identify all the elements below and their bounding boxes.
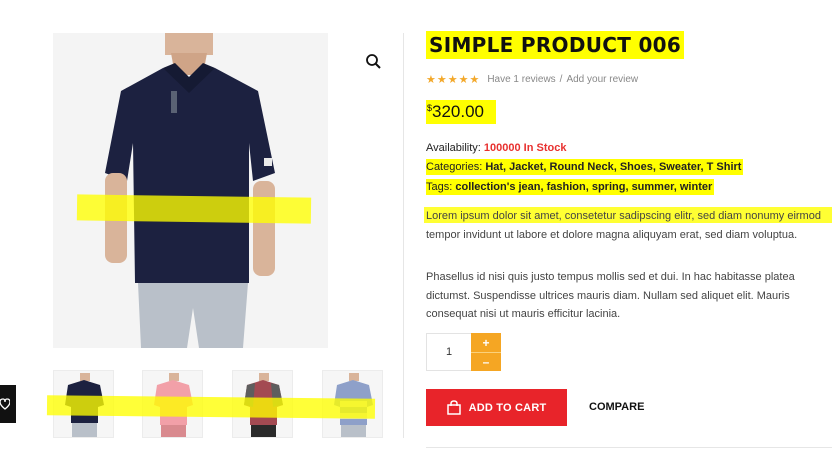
zoom-button[interactable]	[364, 52, 384, 72]
add-to-cart-label: ADD TO CART	[468, 401, 547, 414]
quantity-stepper: + –	[426, 333, 501, 371]
column-divider	[403, 33, 404, 438]
quantity-input[interactable]	[426, 333, 471, 371]
thumbnail-navy-polo[interactable]	[53, 370, 114, 438]
product-title: SIMPLE PRODUCT 006	[426, 31, 685, 59]
rating-stars: ★★★★★	[426, 74, 481, 86]
rating-separator: /	[559, 74, 563, 85]
heart-icon	[0, 398, 10, 410]
thumbnail-gallery	[53, 370, 383, 438]
availability-row: Availability: 100000 In Stock	[426, 140, 566, 156]
categories-label: Categories:	[426, 161, 483, 173]
quantity-increase-button[interactable]: +	[471, 333, 501, 352]
add-review-link[interactable]: Add your review	[566, 74, 638, 85]
thumbnail-grey-raglan[interactable]	[232, 370, 293, 438]
description-paragraph-2: Phasellus id nisi quis justo tempus moll…	[426, 271, 795, 320]
thumbnail-pink-tee[interactable]	[142, 370, 203, 438]
compare-button[interactable]: COMPARE	[589, 401, 644, 413]
rating-row: ★★★★★ Have 1 reviews / Add your review	[426, 73, 638, 86]
price-amount: 320.00	[432, 102, 485, 121]
search-icon	[366, 54, 381, 69]
categories-row: Categories: Hat, Jacket, Round Neck, Sho…	[426, 159, 744, 175]
description-paragraph-1: Lorem ipsum dolor sit amet, consetetur s…	[426, 210, 821, 241]
product-price: $ 320.00	[426, 100, 497, 124]
thumbnail-striped-tee[interactable]	[322, 370, 383, 438]
availability-value: 100000 In Stock	[483, 142, 567, 154]
tags-row: Tags: collection's jean, fashion, spring…	[426, 179, 715, 195]
categories-links[interactable]: Hat, Jacket, Round Neck, Shoes, Sweater,…	[485, 161, 741, 173]
bottom-divider	[426, 447, 832, 448]
quantity-decrease-button[interactable]: –	[471, 352, 501, 371]
quantity-buttons: + –	[471, 333, 501, 371]
tags-label: Tags:	[426, 181, 453, 193]
availability-label: Availability:	[426, 142, 481, 154]
product-main-image[interactable]	[53, 33, 328, 348]
side-widget-button[interactable]	[0, 385, 16, 423]
tags-links[interactable]: collection's jean, fashion, spring, summ…	[455, 181, 712, 193]
add-to-cart-button[interactable]: ADD TO CART	[426, 389, 567, 426]
reviews-link[interactable]: Have 1 reviews	[487, 74, 555, 85]
bag-icon	[446, 400, 461, 415]
